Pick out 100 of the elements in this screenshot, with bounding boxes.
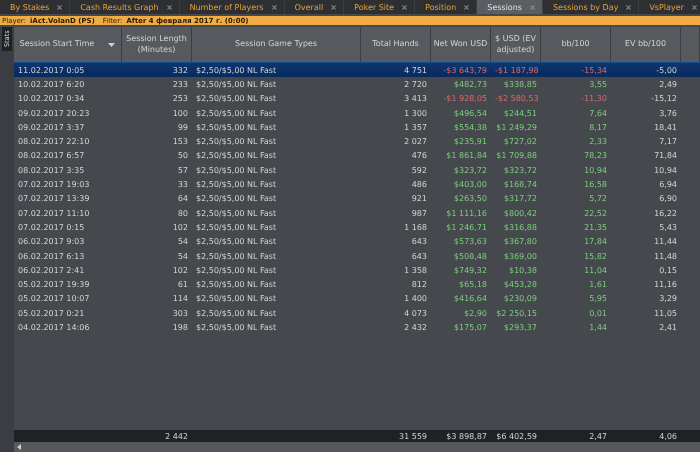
table-cell-text: 11.02.2017 0:05 [17,66,86,75]
table-cell-text: 11,44 [653,237,678,246]
table-row[interactable]: 10.02.2017 0:34 253 $2,50/$5,00 NL Fast 3 413 -$1 928,05 -$2 580,53 -11,30 -15,12 [14,92,700,106]
table-cell-text: 2,41 [658,322,678,332]
table-cell-text: $496,54 [452,108,488,118]
table-cell-text: $1 249,29 [495,122,538,132]
table-cell-text: 114 [172,294,189,304]
table-cell-text: $2,50/$5,00 NL Fast [195,137,278,146]
table-cell-text: 78,23 [583,151,608,160]
table-cell-text: $1 709,88 [495,151,538,160]
table-cell-text: 54 [176,237,189,246]
table-row[interactable]: 07.02.2017 11:10 80 $2,50/$5,00 NL Fast 987 $1 111,16 $800,42 22,52 16,22 [14,206,700,220]
table-cell-text: $2,50/$5,00 NL Fast [195,166,278,175]
table-cell-text: 50 [176,151,189,160]
table-row[interactable]: 05.02.2017 19:39 61 $2,50/$5,00 NL Fast 812 $65,18 $453,28 1,61 11,16 [14,277,700,292]
table-cell-text: 64 [176,194,189,204]
close-icon[interactable] [331,4,336,10]
table-cell-text: $573,63 [452,237,488,246]
table-cell-text: 07.02.2017 11:10 [17,208,90,218]
table-cell-text: 21,35 [583,222,608,232]
table-cell-text: 812 [410,280,428,290]
table-row[interactable]: 05.02.2017 0:21 303 $2,50/$5,00 NL Fast 4 073 $2,90 $2 250,15 0,01 11,05 [14,306,700,320]
scroll-left-icon[interactable] [17,444,21,450]
table-cell-text: 15,82 [583,252,608,260]
dropdown-icon[interactable] [108,42,116,46]
close-icon[interactable] [272,4,277,10]
table-row[interactable]: 06.02.2017 9:03 54 $2,50/$5,00 NL Fast 643 $573,63 $367,80 17,84 11,44 [14,234,700,249]
table-cell-text: 06.02.2017 9:03 [17,237,86,246]
table-cell-text: 592 [410,166,428,175]
table-row[interactable]: 05.02.2017 10:07 114 $2,50/$5,00 NL Fast 1 400 $416,64 $230,09 5,95 3,29 [14,292,700,306]
table-cell-text: 921 [410,194,428,204]
table-cell-text: 486 [410,180,428,190]
table-cell-text: $2,50/$5,00 NL Fast [195,66,278,75]
table-cell-text: 102 [172,222,189,232]
table-cell-text: $2,50/$5,00 NL Fast [195,208,278,218]
table-row[interactable]: 08.02.2017 6:57 50 $2,50/$5,00 NL Fast 476 $1 861,84 $1 709,88 78,23 71,84 [14,148,700,164]
table-cell-text: 6,94 [658,180,678,190]
close-icon[interactable] [692,4,697,10]
table-cell-text: 7,64 [588,108,608,118]
table-cell-text: 332 [172,66,189,75]
table-cell-text: $453,28 [502,280,538,290]
table-row[interactable]: 04.02.2017 14:06 198 $2,50/$5,00 NL Fast 2 432 $175,07 $293,37 1,44 2,41 [14,320,700,335]
total-cell-text: 2,47 [588,432,608,440]
table-cell-text: $1 861,84 [445,151,488,160]
total-cell-text: 31 559 [398,432,428,440]
table-cell-text: 71,84 [653,151,678,160]
table-cell-text: 0,01 [588,308,608,318]
table-cell-text: 09.02.2017 3:37 [17,122,86,132]
table-row[interactable]: 06.02.2017 6:13 54 $2,50/$5,00 NL Fast 643 $508,48 $369,00 15,82 11,48 [14,248,700,264]
table-cell-text: $263,50 [452,194,488,204]
table-cell-text: $168,74 [502,180,538,190]
table-cell-text: 476 [410,151,428,160]
table-cell-text: 61 [176,280,189,290]
table-row[interactable]: 08.02.2017 22:10 153 $2,50/$5,00 NL Fast 2 027 $235,91 $727,02 2,33 7,17 [14,134,700,149]
table-cell-text: 5,95 [588,294,608,304]
tab[interactable]: Sessions [477,0,543,14]
table-cell-text: 1 357 [403,122,428,132]
table-row[interactable]: 06.02.2017 2:41 102 $2,50/$5,00 NL Fast 1 358 $749,32 $10,38 11,04 0,15 [14,263,700,278]
horizontal-scrollbar[interactable] [14,442,700,452]
table-cell-text: $403,00 [452,180,488,190]
table-cell-text: 11,05 [653,308,678,318]
table-cell-text: $244,51 [502,108,538,118]
table-cell-text: 11,48 [653,252,678,260]
table-cell-text: $316,88 [502,222,538,232]
table-row[interactable]: 07.02.2017 13:39 64 $2,50/$5,00 NL Fast 921 $263,50 $317,72 5,72 6,90 [14,192,700,206]
table-row[interactable]: 09.02.2017 3:37 99 $2,50/$5,00 NL Fast 1 357 $554,38 $1 249,29 8,17 18,41 [14,120,700,134]
table-row[interactable]: 09.02.2017 20:23 100 $2,50/$5,00 NL Fast 1 300 $496,54 $244,51 7,64 3,76 [14,106,700,120]
table-row[interactable]: 11.02.2017 0:05 332 $2,50/$5,00 NL Fast 4 751 -$3 643,79 -$1 187,98 -15,34 -5,00 [14,62,700,78]
table-cell-text: $2 250,15 [495,308,538,318]
close-icon[interactable] [464,4,470,10]
table-cell-text: 08.02.2017 6:57 [17,151,86,160]
close-icon[interactable] [166,4,172,10]
table-cell-text: 303 [172,308,189,318]
table-cell-text: $2,50/$5,00 NL Fast [195,180,278,190]
table-cell-text: 3,55 [588,80,608,89]
table-cell-text: 08.02.2017 3:35 [17,166,86,175]
table-cell-text: 1,61 [588,280,608,290]
table-cell-text: 10,94 [653,166,678,175]
table-cell-text: 8,17 [588,122,608,132]
table-cell-text: -5,00 [655,66,678,75]
close-icon[interactable] [57,4,62,10]
table-cell-text: 05.02.2017 10:07 [17,294,90,304]
table-cell-text: 6,90 [658,194,678,204]
close-icon[interactable] [402,4,408,10]
table-cell-text: $554,38 [452,122,488,132]
table-cell-text: 0,15 [658,266,678,275]
table-cell-text: 05.02.2017 0:21 [17,308,86,318]
table-cell-text: $800,42 [502,208,538,218]
table-row[interactable]: 08.02.2017 3:35 57 $2,50/$5,00 NL Fast 592 $323,72 $323,72 10,94 10,94 [14,163,700,178]
table-cell-text: $230,09 [502,294,538,304]
table-cell-text: $482,73 [452,80,488,89]
table-row[interactable]: 07.02.2017 0:15 102 $2,50/$5,00 NL Fast 1 168 $1 246,71 $316,88 21,35 5,43 [14,220,700,235]
table-row[interactable]: 10.02.2017 6:20 233 $2,50/$5,00 NL Fast 2 720 $482,73 $338,85 3,55 2,49 [14,77,700,92]
table-cell-text: 2 027 [403,137,428,146]
table-cell-text: 1 400 [403,294,428,304]
close-icon[interactable] [626,4,632,10]
table-cell-text: 33 [176,180,189,190]
table-cell-text: 643 [410,237,428,246]
table-cell-text: 18,41 [653,122,678,132]
table-row[interactable]: 07.02.2017 19:03 33 $2,50/$5,00 NL Fast 486 $403,00 $168,74 16,58 6,94 [14,177,700,192]
